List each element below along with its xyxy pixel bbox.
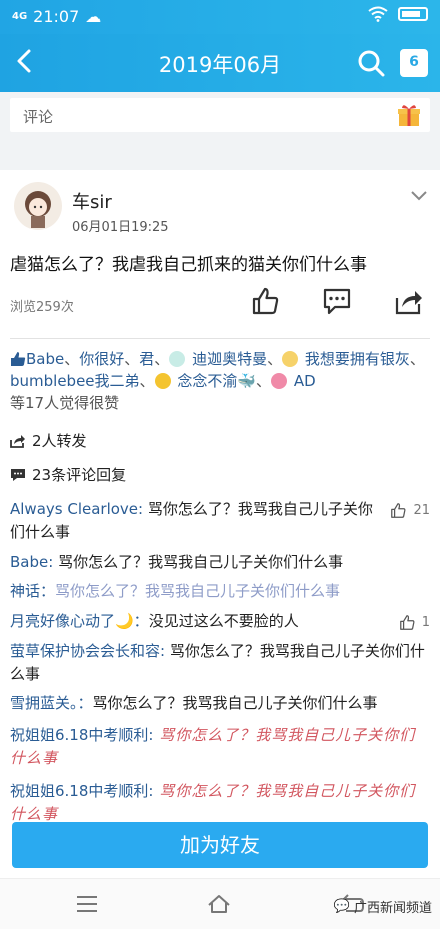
author-name[interactable]: 车sir (72, 188, 112, 214)
comment-text: 骂你怎么了？我骂我自己儿子关你们什么事 (55, 582, 341, 600)
thumb-up-icon (391, 503, 406, 518)
search-icon[interactable] (356, 48, 386, 78)
view-count: 浏览259次 (10, 300, 74, 315)
whale-icon: 🐳 (237, 372, 257, 390)
liker[interactable]: AD (294, 372, 316, 390)
shares-row[interactable]: 2人转发 (10, 430, 87, 451)
divider (10, 338, 430, 339)
cloud-icon: ☁ (85, 7, 102, 26)
wifi-icon (368, 6, 388, 22)
comment-item[interactable]: 祝姐姐6.18中考顺利: 骂你怎么了？我骂我自己儿子关你们什么事 (10, 724, 430, 770)
share-icon (10, 434, 25, 448)
comment-like-count: 21 (413, 503, 430, 518)
liker[interactable]: 迪迦奥特曼 (192, 350, 267, 368)
commenter-name[interactable]: Babe: (10, 553, 53, 571)
avatar[interactable] (14, 182, 62, 230)
comment-like[interactable]: 21 (389, 499, 430, 522)
heart-badge-icon (271, 373, 288, 389)
comment-text: 骂你怎么了？我骂我自己儿子关你们什么事 (53, 553, 344, 571)
liker[interactable]: Babe (26, 350, 64, 368)
comment-icon (11, 468, 25, 481)
chevron-down-icon[interactable] (410, 190, 428, 202)
comment-item[interactable]: Always Clearlove: 骂你怎么了？我骂我自己儿子关你们什么事 21 (10, 498, 430, 544)
commenter-name[interactable]: 雪拥蓝关。： (10, 694, 93, 712)
comment-like[interactable]: 1 (398, 611, 430, 634)
post-time: 06月01日19:25 (72, 220, 169, 235)
network-indicator: 4G (12, 11, 28, 22)
comments-count: 23条评论回复 (32, 466, 127, 484)
post-text: 虐猫怎么了？我虐我自己抓来的猫关你们什么事 (10, 255, 367, 275)
comment-icon[interactable] (322, 286, 352, 316)
share-icon[interactable] (394, 286, 424, 316)
liker[interactable]: 君 (139, 350, 154, 368)
comment-item[interactable]: 萤草保护协会会长和容: 骂你怎么了？我骂我自己儿子关你们什么事 (10, 640, 430, 686)
comment-bar: 评论 (0, 92, 440, 142)
add-friend-button[interactable]: 加为好友 (12, 822, 428, 868)
wechat-icon: 💬 (333, 899, 350, 914)
battery-icon (398, 7, 428, 21)
avatar-illustration (25, 191, 51, 228)
thumb-up-icon (399, 615, 415, 630)
nav-bar: 2019年06月 6 (0, 34, 440, 92)
comment-item[interactable]: 雪拥蓝关。：骂你怎么了？我骂我自己儿子关你们什么事 (10, 692, 430, 715)
moon-icon (282, 351, 299, 367)
home-icon[interactable] (206, 891, 232, 917)
commenter-name[interactable]: 萤草保护协会会长和容: (10, 642, 165, 660)
calendar-icon[interactable]: 6 (400, 49, 428, 77)
badge-icon (169, 351, 186, 367)
comment-text: 骂你怎么了？我骂我自己儿子关你们什么事 (92, 694, 378, 712)
menu-icon[interactable] (74, 891, 100, 917)
status-bar: 4G 21:07 ☁ (0, 0, 440, 34)
thumb-up-icon[interactable] (250, 286, 280, 316)
watermark: 💬 广西新闻频道 (334, 897, 432, 916)
comment-item[interactable]: Babe: 骂你怎么了？我骂我自己儿子关你们什么事 (10, 551, 430, 574)
system-nav-bar: 💬 广西新闻频道 (0, 878, 440, 929)
thumb-up-icon (11, 352, 26, 366)
section-gap (0, 142, 440, 170)
comment-input[interactable]: 评论 (10, 98, 430, 132)
watermark-text: 广西新闻频道 (353, 901, 432, 916)
shares-count: 2人转发 (32, 432, 87, 450)
status-time: 21:07 (33, 7, 80, 26)
commenter-name[interactable]: Always Clearlove: (10, 500, 143, 518)
liker[interactable]: 念念不渝 (177, 372, 237, 390)
comment-item[interactable]: 月亮好像心动了🌙：没见过这么不要脸的人 1 (10, 610, 430, 633)
comments-row[interactable]: 23条评论回复 (10, 464, 126, 485)
comment-placeholder: 评论 (23, 108, 54, 126)
comment-item[interactable]: 祝姐姐6.18中考顺利: 骂你怎么了？我骂我自己儿子关你们什么事 (10, 780, 430, 826)
liker[interactable]: 我想要拥有银灰 (305, 350, 410, 368)
comment-like-count: 1 (421, 615, 430, 630)
likes-list: Babe、你很好、君、 迪迦奥特曼、 我想要拥有银灰、bumblebee我二弟、… (10, 350, 425, 412)
comment-item[interactable]: 神话：骂你怎么了？我骂我自己儿子关你们什么事 (10, 580, 430, 603)
liker[interactable]: 你很好 (79, 350, 124, 368)
commenter-name[interactable]: 神话： (10, 582, 55, 600)
likes-summary[interactable]: 等17人觉得很赞 (10, 394, 119, 412)
post-card: 车sir 06月01日19:25 虐猫怎么了？我虐我自己抓来的猫关你们什么事 浏… (0, 170, 440, 830)
gift-icon[interactable] (396, 102, 422, 128)
comment-text: 没见过这么不要脸的人 (148, 612, 299, 630)
commenter-name[interactable]: 祝姐姐6.18中考顺利: (10, 726, 153, 744)
commenter-name[interactable]: 祝姐姐6.18中考顺利: (10, 782, 153, 800)
flower-icon (154, 373, 171, 389)
commenter-name[interactable]: 月亮好像心动了🌙： (10, 612, 149, 630)
liker[interactable]: bumblebee我二弟 (10, 372, 140, 390)
